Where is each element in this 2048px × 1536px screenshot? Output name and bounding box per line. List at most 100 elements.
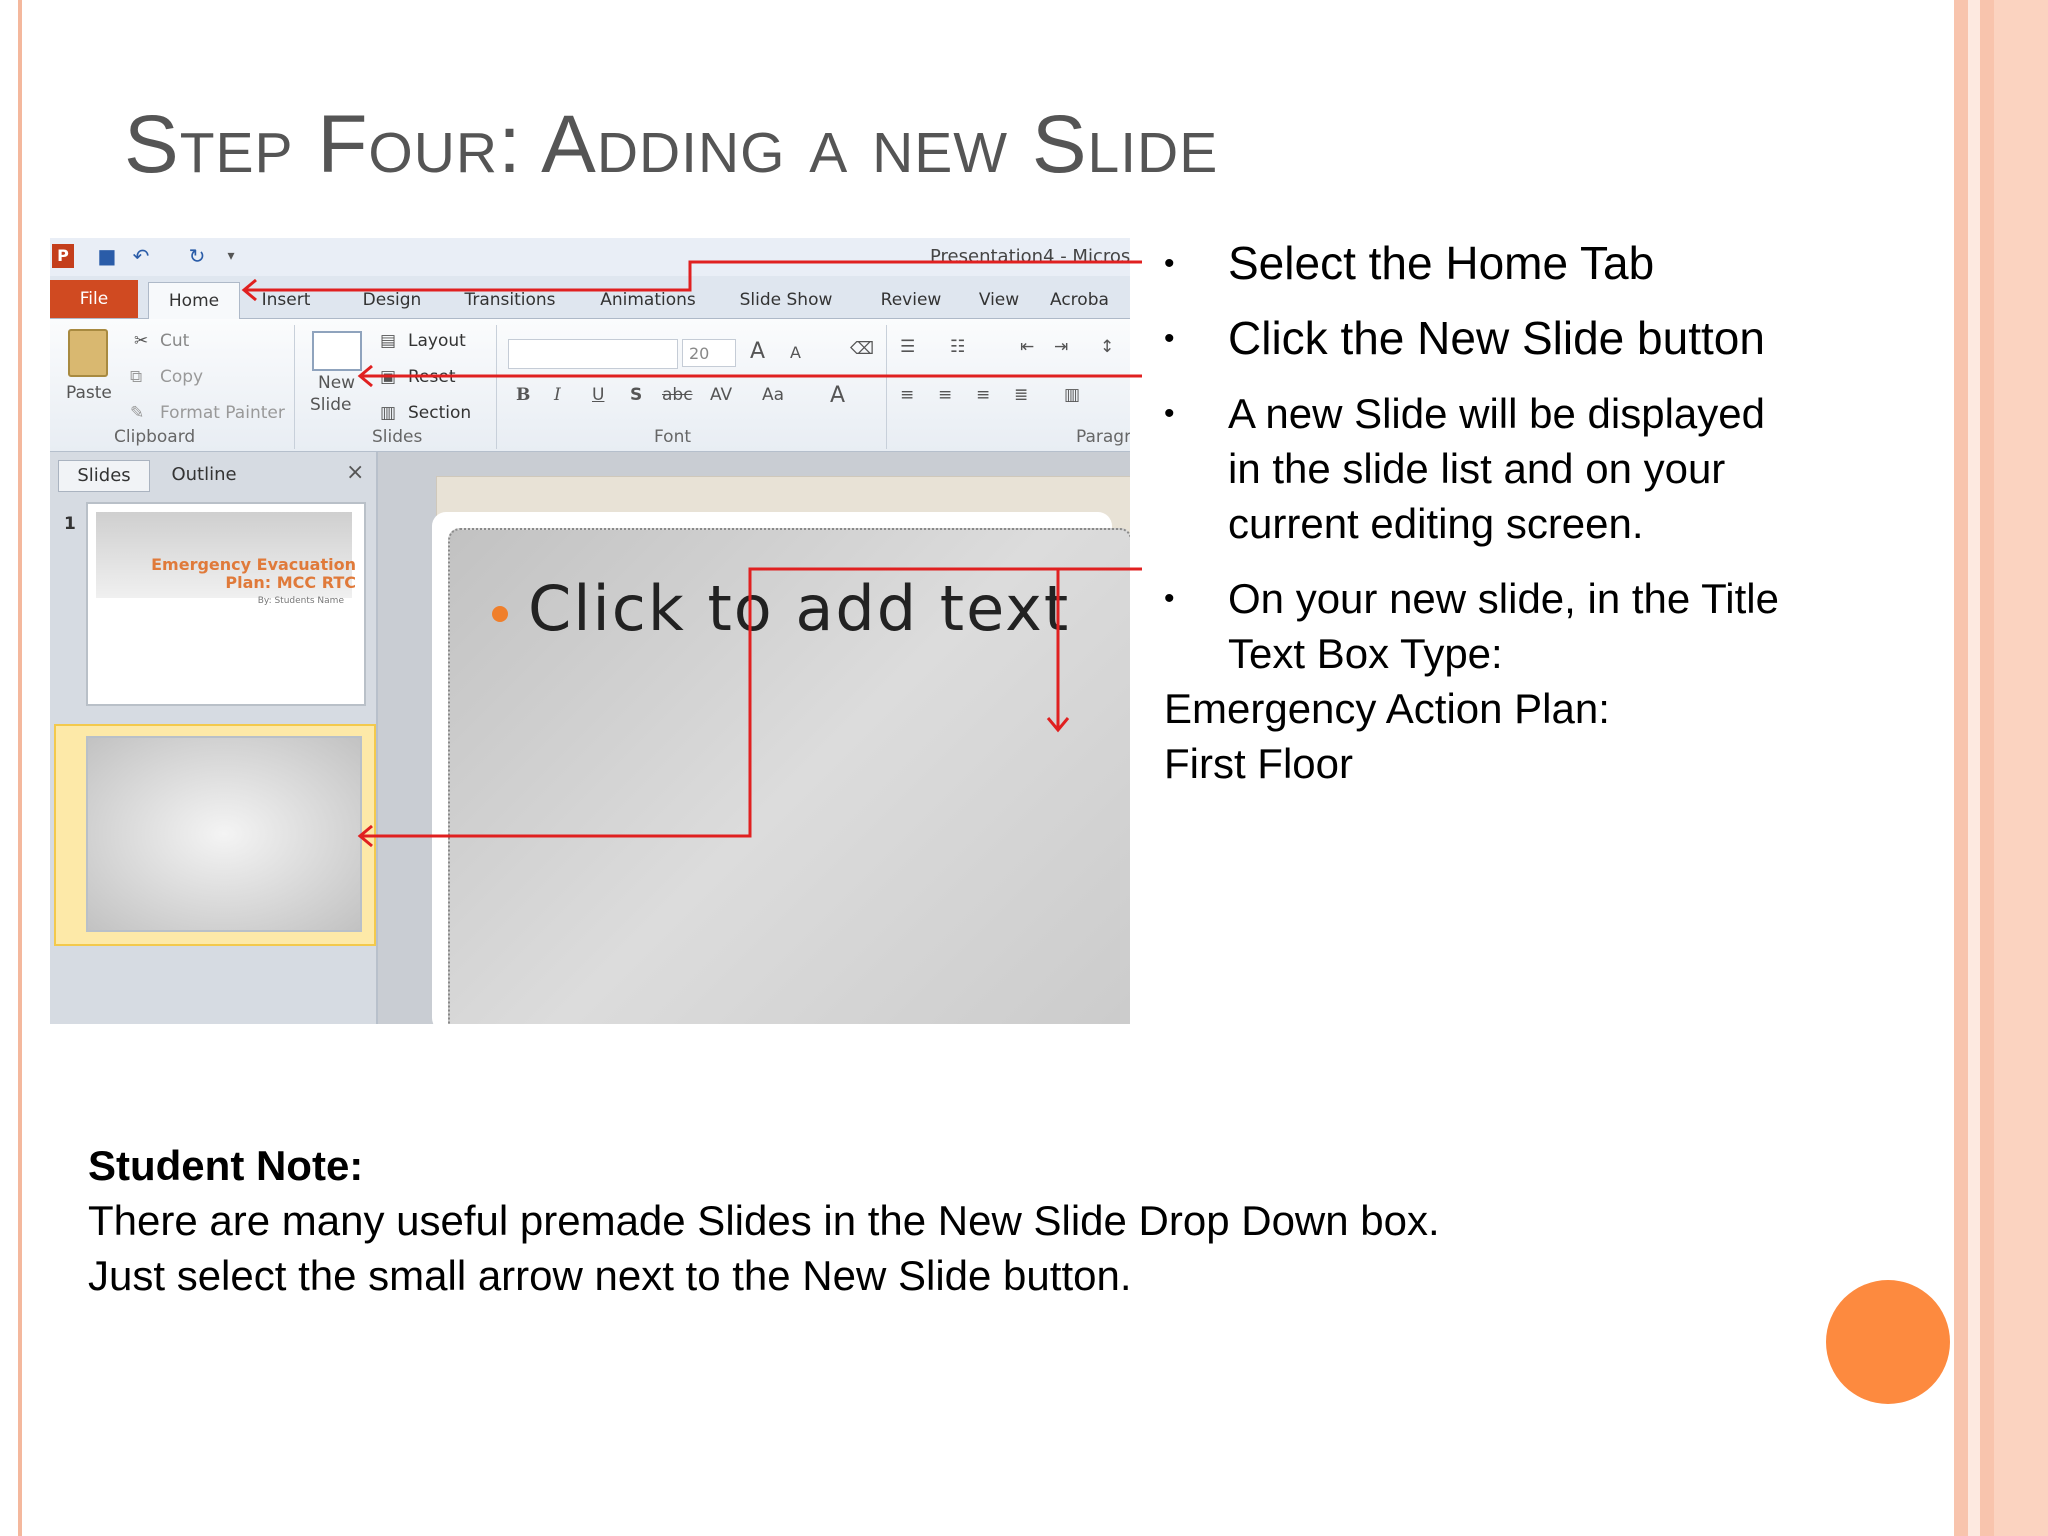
bullet-continuation: First Floor	[1164, 740, 1353, 787]
shrink-font-icon[interactable]: A	[790, 343, 801, 362]
bullet-text: Select the Home Tab	[1228, 237, 1655, 289]
bullet-marker: •	[1164, 582, 1175, 615]
change-case-icon[interactable]: Aa	[762, 385, 784, 405]
tab-file[interactable]: File	[50, 280, 138, 318]
tab-acrobat[interactable]: Acroba	[1050, 282, 1130, 318]
clear-formatting-icon[interactable]: ⌫	[850, 339, 874, 359]
italic-icon[interactable]: I	[554, 385, 561, 405]
font-size-field[interactable]: 20	[682, 339, 736, 367]
format-painter-icon[interactable]: ✎	[130, 403, 144, 423]
tab-insert[interactable]: Insert	[246, 282, 326, 318]
bullet-text: On your new slide, in the Title Text Box…	[1228, 575, 1779, 677]
app-title: Presentation4 - Micros	[930, 246, 1130, 267]
tab-view[interactable]: View	[972, 282, 1026, 318]
thumbnail-title-line: Plan: MCC RTC	[225, 573, 356, 592]
bullets-icon[interactable]: ☰	[900, 337, 915, 357]
tab-review[interactable]: Review	[874, 282, 948, 318]
copy-icon[interactable]: ⧉	[130, 367, 142, 387]
ribbon-tabs: File Home Insert Design Transitions Anim…	[50, 276, 1130, 320]
slide-thumbnail-2-selected[interactable]	[54, 724, 376, 946]
reset-icon: ▣	[380, 367, 397, 387]
strikethrough-icon[interactable]: abc	[662, 385, 693, 405]
customize-toolbar-icon[interactable]: ▾	[220, 244, 242, 268]
align-left-icon[interactable]: ≡	[900, 385, 914, 405]
numbering-icon[interactable]: ☷	[950, 337, 965, 357]
new-slide-button[interactable]: New	[318, 373, 355, 393]
font-group-label: Font	[654, 427, 692, 447]
left-border-line	[18, 0, 22, 1536]
slide-thumbnail-1[interactable]: Emergency Evacuation Plan: MCC RTC By: S…	[86, 502, 366, 706]
group-divider	[886, 325, 887, 449]
bullet-continuation: Emergency Action Plan:	[1164, 685, 1610, 732]
group-divider	[496, 325, 497, 449]
powerpoint-screenshot: P ■ ↶ ↻ ▾ Presentation4 - Micros File Ho…	[50, 238, 1130, 1024]
slides-panel: Slides Outline × 1 Emergency Evacuation …	[50, 452, 378, 1024]
bullet-item: • Select the Home Tab	[1164, 236, 1784, 291]
note-heading: Student Note:	[88, 1142, 364, 1189]
bullet-text: Click the New Slide button	[1228, 312, 1765, 364]
right-decor-stripe	[1954, 0, 1968, 1536]
align-right-icon[interactable]: ≡	[976, 385, 990, 405]
grow-font-icon[interactable]: A	[750, 339, 765, 364]
instruction-bullets: • Select the Home Tab • Click the New Sl…	[1164, 236, 1784, 791]
layout-icon: ▤	[380, 331, 397, 351]
undo-icon[interactable]: ↶	[130, 244, 152, 268]
format-painter-button[interactable]: Format Painter	[160, 403, 285, 423]
reset-button[interactable]: Reset	[408, 367, 456, 387]
bullet-text: A new Slide will be displayed in the sli…	[1228, 390, 1765, 547]
slide-editing-area: Click to add text	[378, 452, 1130, 1024]
section-button[interactable]: Section	[408, 403, 471, 423]
new-slide-dropdown[interactable]: Slide	[310, 395, 352, 415]
tab-design[interactable]: Design	[350, 282, 434, 318]
bullet-item: • Click the New Slide button	[1164, 311, 1784, 366]
font-name-field[interactable]	[508, 339, 678, 369]
paragraph-group-label: Paragr	[1076, 427, 1130, 447]
tab-slides[interactable]: Slides	[58, 460, 150, 492]
paste-icon[interactable]	[68, 329, 108, 377]
placeholder-text[interactable]: Click to add text	[528, 572, 1070, 645]
bullet-item: • A new Slide will be displayed in the s…	[1164, 386, 1784, 551]
slide-thumbnail-2	[86, 736, 362, 932]
close-icon[interactable]: ×	[346, 460, 364, 485]
font-color-icon[interactable]: A	[830, 383, 845, 408]
tab-slide-show[interactable]: Slide Show	[730, 282, 842, 318]
clipboard-group-label: Clipboard	[114, 427, 196, 447]
align-center-icon[interactable]: ≡	[938, 385, 952, 405]
line-spacing-icon[interactable]: ↕	[1100, 337, 1114, 357]
shadow-icon[interactable]: S	[630, 385, 642, 405]
section-icon: ▥	[380, 403, 397, 423]
tab-outline[interactable]: Outline	[154, 460, 254, 490]
save-icon[interactable]: ■	[96, 244, 118, 268]
tab-home[interactable]: Home	[148, 282, 240, 320]
student-note: Student Note: There are many useful prem…	[88, 1138, 1440, 1303]
justify-icon[interactable]: ≣	[1014, 385, 1028, 405]
home-ribbon: Paste ✂ Cut ⧉ Copy ✎ Format Painter Clip…	[50, 319, 1130, 452]
right-decor-stripe	[1980, 0, 1994, 1536]
columns-icon[interactable]: ▥	[1064, 385, 1080, 405]
quick-access-toolbar: P ■ ↶ ↻ ▾ Presentation4 - Micros	[50, 238, 1130, 276]
redo-icon[interactable]: ↻	[186, 244, 208, 268]
orange-circle-decoration	[1826, 1280, 1950, 1404]
note-line: Just select the small arrow next to the …	[88, 1252, 1132, 1299]
new-slide-icon[interactable]	[312, 331, 362, 371]
increase-indent-icon[interactable]: ⇥	[1054, 337, 1068, 357]
powerpoint-logo-icon: P	[52, 244, 74, 268]
layout-button[interactable]: Layout	[408, 331, 466, 351]
copy-button[interactable]: Copy	[160, 367, 203, 387]
bullet-marker: •	[1164, 247, 1175, 280]
bullet-marker: •	[1164, 322, 1175, 355]
cut-icon[interactable]: ✂	[134, 331, 148, 351]
slides-group-label: Slides	[372, 427, 423, 447]
right-decor-stripe	[1994, 0, 2048, 1536]
cut-button[interactable]: Cut	[160, 331, 189, 351]
group-divider	[294, 325, 295, 449]
underline-icon[interactable]: U	[592, 385, 604, 405]
tab-animations[interactable]: Animations	[590, 282, 706, 318]
bullet-marker: •	[1164, 397, 1175, 430]
slide-number: 1	[64, 514, 76, 534]
paste-button[interactable]: Paste	[66, 383, 112, 403]
tab-transitions[interactable]: Transitions	[454, 282, 566, 318]
character-spacing-icon[interactable]: AV	[710, 385, 732, 405]
decrease-indent-icon[interactable]: ⇤	[1020, 337, 1034, 357]
bold-icon[interactable]: B	[516, 385, 530, 405]
